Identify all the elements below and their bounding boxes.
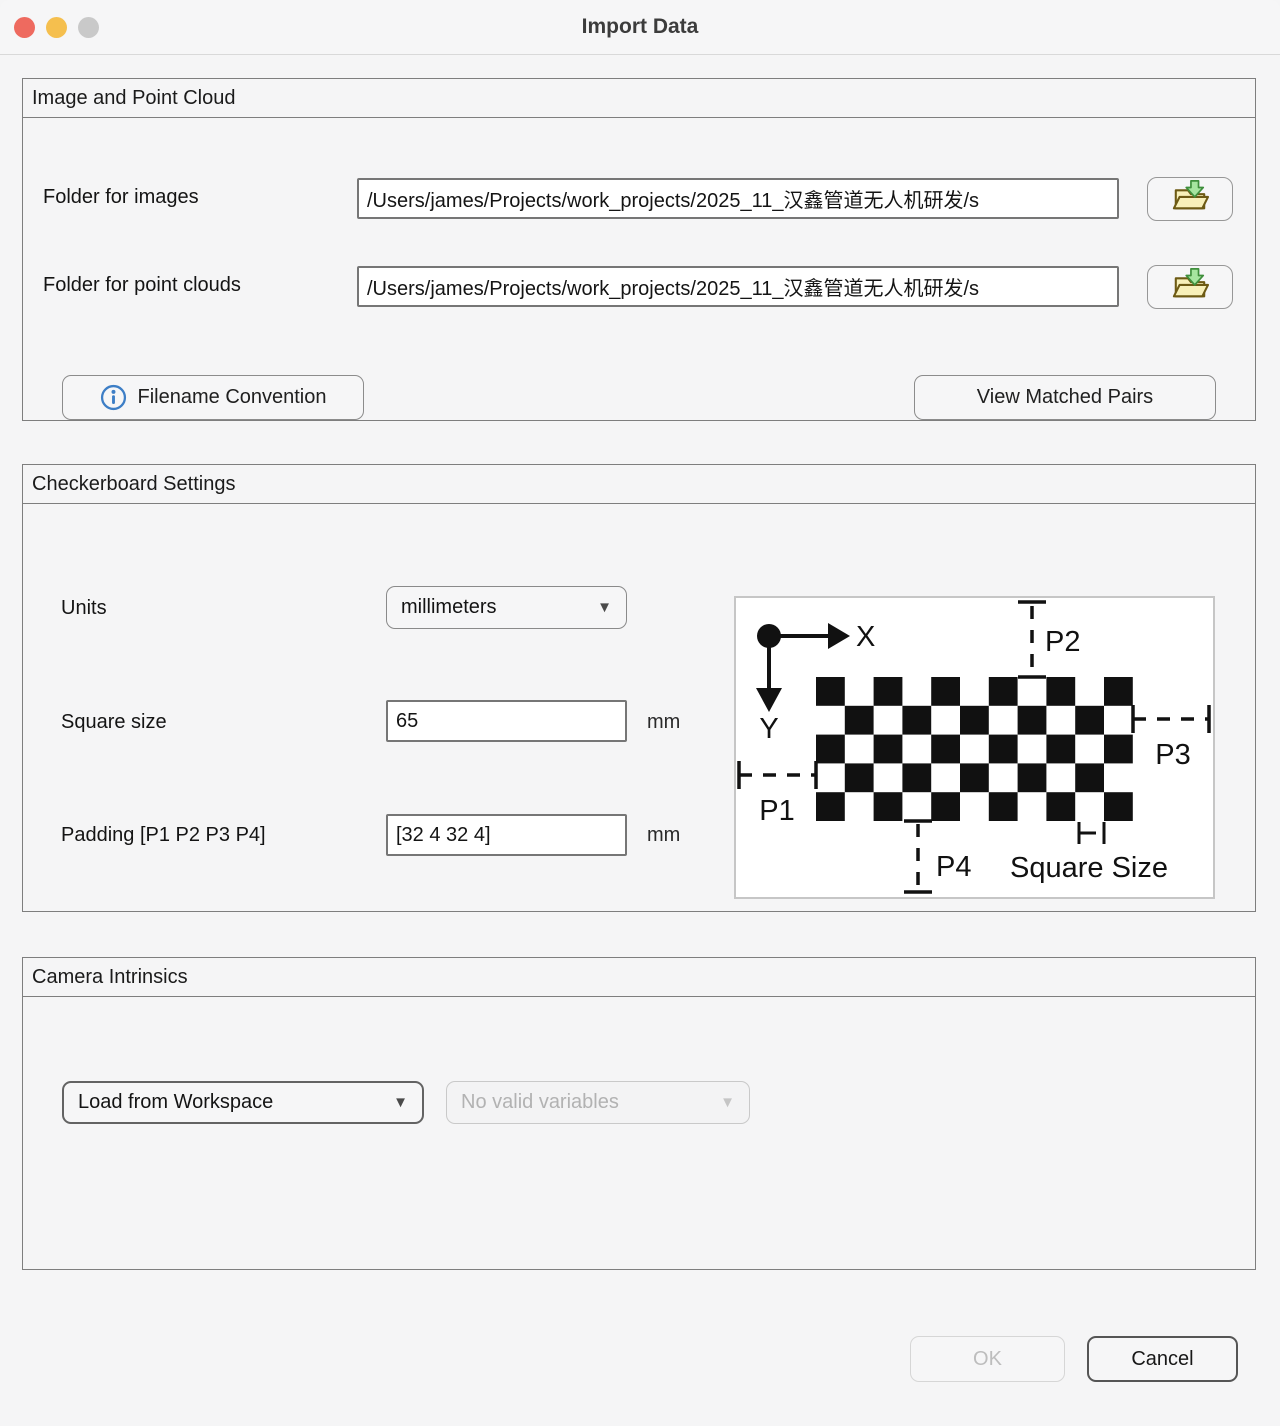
square-size-input[interactable]	[386, 700, 627, 742]
padding-unit: mm	[647, 824, 680, 847]
padding-input[interactable]	[386, 814, 627, 856]
x-axis-label: X	[856, 621, 875, 653]
p3-label: P3	[1155, 739, 1190, 771]
checkerboard-settings-header: Checkerboard Settings	[23, 465, 1255, 504]
cancel-button[interactable]: Cancel	[1087, 1336, 1238, 1382]
filename-convention-button[interactable]: Filename Convention	[62, 375, 364, 420]
units-dropdown[interactable]: millimeters ▼	[386, 586, 627, 629]
intrinsics-variable-dropdown: No valid variables ▼	[446, 1081, 750, 1124]
x-axis-arrow-icon	[828, 623, 850, 649]
square-size-label: Square size	[61, 711, 167, 734]
folder-point-clouds-label: Folder for point clouds	[43, 274, 241, 297]
intrinsics-source-dropdown[interactable]: Load from Workspace ▼	[62, 1081, 424, 1124]
dropdown-arrow-icon: ▼	[720, 1094, 735, 1111]
checkerboard-squares	[816, 677, 1133, 821]
intrinsics-source-value: Load from Workspace	[78, 1091, 273, 1114]
y-axis-label: Y	[759, 713, 778, 745]
camera-intrinsics-header: Camera Intrinsics	[23, 958, 1255, 997]
open-folder-icon	[1168, 266, 1212, 308]
p4-label: P4	[936, 851, 971, 883]
intrinsics-variable-value: No valid variables	[461, 1091, 619, 1114]
image-point-cloud-header: Image and Point Cloud	[23, 79, 1255, 118]
dropdown-arrow-icon: ▼	[597, 599, 612, 616]
y-axis-arrow-icon	[756, 688, 782, 712]
ok-button[interactable]: OK	[910, 1336, 1065, 1382]
browse-point-clouds-folder-button[interactable]	[1147, 265, 1233, 309]
image-point-cloud-panel: Image and Point Cloud Folder for images …	[22, 78, 1256, 421]
browse-images-folder-button[interactable]	[1147, 177, 1233, 221]
units-value: millimeters	[401, 596, 497, 619]
ok-button-label: OK	[973, 1348, 1002, 1371]
titlebar: Import Data	[0, 0, 1280, 55]
square-size-caption: Square Size	[1010, 852, 1168, 884]
window-title: Import Data	[0, 0, 1280, 54]
dropdown-arrow-icon: ▼	[393, 1094, 408, 1111]
square-size-unit: mm	[647, 711, 680, 734]
units-label: Units	[61, 597, 107, 620]
checkerboard-settings-panel: Checkerboard Settings Units millimeters …	[22, 464, 1256, 912]
folder-images-label: Folder for images	[43, 186, 199, 209]
folder-point-clouds-input[interactable]	[357, 266, 1119, 307]
p1-label: P1	[759, 795, 794, 827]
open-folder-icon	[1168, 178, 1212, 220]
cancel-button-label: Cancel	[1131, 1348, 1193, 1371]
filename-convention-label: Filename Convention	[138, 386, 327, 409]
view-matched-pairs-button[interactable]: View Matched Pairs	[914, 375, 1216, 420]
padding-label: Padding [P1 P2 P3 P4]	[61, 824, 266, 847]
import-data-dialog: Import Data Image and Point Cloud Folder…	[0, 0, 1280, 1426]
info-icon	[100, 384, 127, 411]
p2-label: P2	[1045, 626, 1080, 658]
camera-intrinsics-panel: Camera Intrinsics Load from Workspace ▼ …	[22, 957, 1256, 1270]
view-matched-pairs-label: View Matched Pairs	[977, 386, 1153, 409]
folder-images-input[interactable]	[357, 178, 1119, 219]
checkerboard-diagram: X Y P2 P3	[734, 596, 1215, 899]
